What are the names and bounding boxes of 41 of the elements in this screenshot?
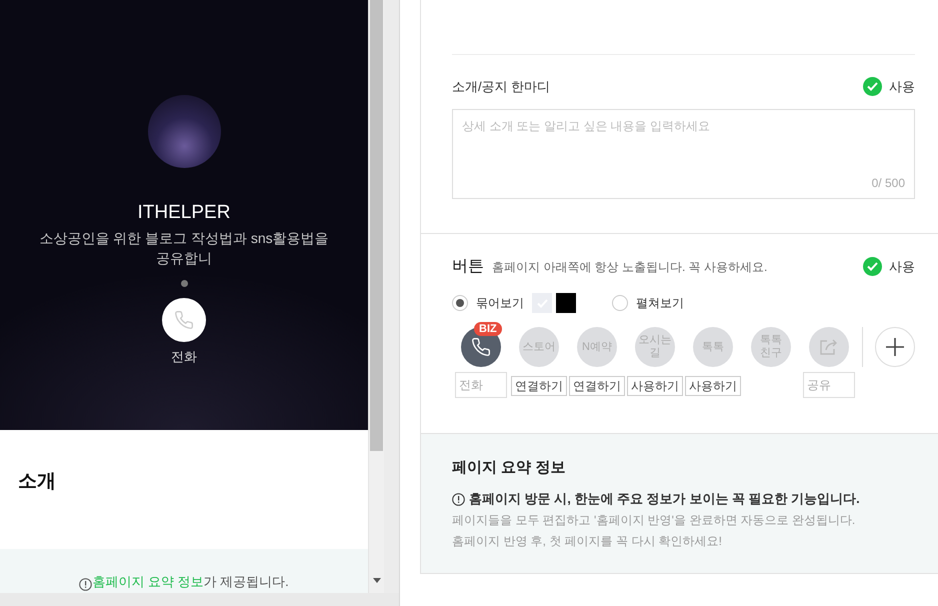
summary-text: 페이지들을 모두 편집하고 '홈페이지 반영'을 완료하면 자동으로 완성됩니다.: [452, 512, 856, 529]
notice-text: 홈페이지 요약 정보가 제공됩니다.: [92, 573, 289, 591]
scrollbar[interactable]: [368, 0, 384, 593]
share-button[interactable]: [809, 327, 849, 367]
section-title: 버튼: [452, 257, 484, 277]
action-button[interactable]: 연결하기: [511, 376, 567, 396]
summary-lead: 홈페이지 방문 시, 한눈에 주요 정보가 보이는 꼭 필요한 기능입니다.: [469, 490, 860, 508]
field-label: 소개/공지 한마디: [452, 78, 550, 96]
caption-field[interactable]: 공유: [803, 372, 855, 398]
info-icon: [79, 578, 92, 591]
call-button[interactable]: [162, 298, 206, 342]
call-label: 전화: [171, 348, 197, 366]
action-button[interactable]: 연결하기: [569, 376, 625, 396]
use-toggle[interactable]: 사용: [863, 257, 915, 276]
use-toggle[interactable]: 사용: [863, 77, 915, 96]
action-button[interactable]: 사용하기: [685, 376, 741, 396]
display-radio[interactable]: 묶어보기: [452, 294, 524, 312]
dot-icon: [180, 280, 188, 287]
phone-icon: [471, 337, 491, 357]
section-hint: 홈페이지 아래쪽에 항상 노출됩니다. 꼭 사용하세요.: [492, 259, 768, 276]
scroll-down-icon[interactable]: [372, 578, 380, 583]
section-heading: 소개: [18, 470, 57, 494]
plus-icon: [886, 338, 904, 356]
summary-link[interactable]: 홈페이지 요약 정보: [92, 573, 204, 591]
summary-title: 페이지 요약 정보: [452, 458, 566, 477]
color-swatch[interactable]: [556, 293, 576, 313]
add-button[interactable]: [875, 327, 915, 367]
biz-badge: BIZ: [474, 322, 502, 336]
summary-text: 홈페이지 반영 후, 첫 페이지를 꼭 다시 확인하세요!: [452, 533, 724, 550]
action-button[interactable]: 사용하기: [627, 376, 683, 396]
scrollbar-thumb[interactable]: [370, 0, 383, 451]
check-icon: [867, 262, 878, 271]
display-radio[interactable]: 펼쳐보기: [612, 294, 684, 312]
caption-field[interactable]: 전화: [455, 372, 507, 398]
check-icon: [867, 82, 878, 91]
notice-input[interactable]: 상세 소개 또는 알리고 싶은 내용을 입력하세요 0/ 500: [452, 109, 915, 199]
phone-icon: [174, 310, 194, 330]
site-title: ITHELPER: [138, 202, 230, 224]
info-icon: [452, 492, 465, 506]
share-icon: [819, 338, 839, 356]
site-description: 소상공인을 위한 블로그 작성법과 sns활용법을 공유합니: [39, 229, 329, 268]
